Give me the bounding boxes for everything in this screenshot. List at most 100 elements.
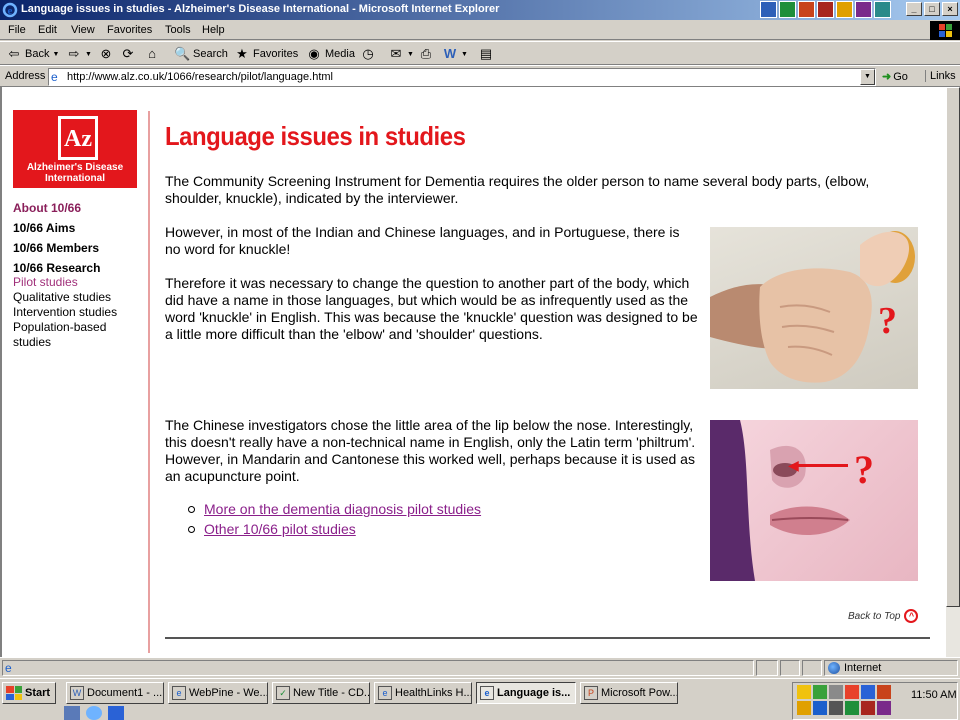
tray-sync-icon[interactable] bbox=[845, 701, 859, 715]
nav-population-based-studies[interactable]: studies bbox=[13, 335, 147, 350]
link-other-pilot-studies[interactable]: Other 10/66 pilot studies bbox=[204, 519, 356, 539]
task-powerpoint[interactable]: P Microsoft Pow... bbox=[580, 682, 678, 704]
mail-button[interactable]: ✉ ▼ bbox=[388, 46, 414, 62]
address-url[interactable]: http://www.alz.co.uk/1066/research/pilot… bbox=[67, 71, 333, 83]
question-mark-2: ? bbox=[854, 447, 874, 492]
tray-monitor-icon[interactable] bbox=[813, 701, 827, 715]
menu-favorites[interactable]: Favorites bbox=[107, 24, 152, 36]
tray-network-icon[interactable] bbox=[813, 685, 827, 699]
outlook-quick-icon[interactable] bbox=[108, 706, 124, 720]
page-icon: e bbox=[51, 70, 58, 84]
tray-cursor-icon[interactable] bbox=[829, 701, 843, 715]
back-dropdown-icon[interactable]: ▼ bbox=[52, 51, 59, 58]
tray-volume-icon[interactable] bbox=[797, 685, 811, 699]
task-label: New Title - CD... bbox=[293, 687, 370, 699]
forward-dropdown-icon[interactable]: ▼ bbox=[85, 51, 92, 58]
link-dementia-diagnosis[interactable]: More on the dementia diagnosis pilot stu… bbox=[204, 499, 481, 519]
task-new-title[interactable]: ✓ New Title - CD... bbox=[272, 682, 370, 704]
menu-edit[interactable]: Edit bbox=[38, 24, 57, 36]
favorites-button[interactable]: ★ Favorites bbox=[234, 46, 298, 62]
close-button[interactable]: × bbox=[942, 2, 958, 16]
menu-tools[interactable]: Tools bbox=[165, 24, 191, 36]
maximize-button[interactable]: □ bbox=[924, 2, 940, 16]
tray-gear-icon[interactable] bbox=[877, 701, 891, 715]
back-button[interactable]: ⇦ Back ▼ bbox=[6, 46, 60, 62]
stop-button[interactable]: ⊗ bbox=[98, 46, 114, 62]
tray-security-icon[interactable] bbox=[845, 685, 859, 699]
nav-aims[interactable]: 10/66 Aims bbox=[13, 221, 147, 235]
task-document1[interactable]: W Document1 - ... bbox=[66, 682, 164, 704]
tray-update-icon[interactable] bbox=[877, 685, 891, 699]
tray-shield-icon[interactable] bbox=[861, 701, 875, 715]
frontpage-shortcut-icon[interactable] bbox=[874, 1, 891, 18]
media-button[interactable]: ◉ Media bbox=[306, 46, 355, 62]
system-tray: 11:50 AM bbox=[792, 682, 958, 720]
status-bar: e Internet bbox=[0, 657, 960, 677]
quick-launch bbox=[64, 706, 124, 720]
print-button[interactable]: ⎙ bbox=[418, 46, 434, 62]
windows-flag-icon bbox=[6, 686, 22, 700]
refresh-button[interactable]: ⟳ bbox=[120, 46, 136, 62]
edit-word-button[interactable]: W ▼ bbox=[442, 46, 468, 62]
web-content[interactable]: Az Alzheimer's Disease International Abo… bbox=[0, 87, 946, 657]
page-title: Language issues in studies bbox=[165, 121, 466, 151]
mail-dropdown-icon[interactable]: ▼ bbox=[407, 51, 414, 58]
print-icon: ⎙ bbox=[420, 46, 432, 61]
philtrum-photo: ◀ ? bbox=[710, 420, 918, 581]
nav-population-based[interactable]: Population-based bbox=[13, 320, 147, 335]
publisher-shortcut-icon[interactable] bbox=[855, 1, 872, 18]
forward-button[interactable]: ⇨ ▼ bbox=[66, 46, 92, 62]
scrollbar-thumb[interactable] bbox=[946, 87, 960, 607]
show-desktop-icon[interactable] bbox=[64, 706, 80, 720]
tray-pen-icon[interactable] bbox=[797, 701, 811, 715]
edit-dropdown-icon[interactable]: ▼ bbox=[461, 51, 468, 58]
search-button[interactable]: 🔍 Search bbox=[174, 46, 228, 62]
task-language-issues[interactable]: e Language is... bbox=[476, 682, 576, 704]
nav-qualitative-studies[interactable]: Qualitative studies bbox=[13, 290, 147, 305]
mail-icon: ✉ bbox=[390, 46, 402, 61]
links-button[interactable]: Links bbox=[925, 70, 956, 82]
nav-research[interactable]: 10/66 Research bbox=[13, 261, 147, 275]
cd-icon: ✓ bbox=[276, 686, 290, 700]
nav-about[interactable]: About 10/66 bbox=[13, 201, 147, 215]
minimize-button[interactable]: _ bbox=[906, 2, 922, 16]
security-zone: Internet bbox=[824, 660, 958, 676]
adi-logo[interactable]: Az Alzheimer's Disease International bbox=[13, 110, 137, 188]
tray-antivirus-icon[interactable] bbox=[861, 685, 875, 699]
taskbar-clock[interactable]: 11:50 AM bbox=[911, 689, 957, 701]
vertical-scrollbar[interactable] bbox=[946, 87, 960, 657]
go-button[interactable]: ➜ Go bbox=[882, 70, 908, 84]
nav-pilot-studies[interactable]: Pilot studies bbox=[13, 275, 147, 290]
powerpoint-shortcut-icon[interactable] bbox=[798, 1, 815, 18]
back-to-top-link[interactable]: Back to Top ^ bbox=[848, 609, 919, 623]
back-arrow-icon: ⇦ bbox=[8, 46, 20, 61]
standard-toolbar: ⇦ Back ▼ ⇨ ▼ ⊗ ⟳ ⌂ 🔍 Search ★ Favorites … bbox=[0, 41, 960, 65]
address-dropdown-icon[interactable]: ▼ bbox=[860, 69, 875, 85]
status-cell bbox=[802, 660, 822, 676]
task-healthlinks[interactable]: e HealthLinks H... bbox=[374, 682, 472, 704]
logo-organisation: Alzheimer's Disease International bbox=[13, 162, 137, 184]
tray-printer-icon[interactable] bbox=[829, 685, 843, 699]
history-button[interactable]: ◷ bbox=[360, 46, 376, 62]
word-shortcut-icon[interactable] bbox=[760, 1, 777, 18]
start-button[interactable]: Start bbox=[2, 682, 56, 704]
svg-text:e: e bbox=[8, 5, 13, 17]
question-mark-1: ? bbox=[878, 300, 897, 342]
window-titlebar[interactable]: e Language issues in studies - Alzheimer… bbox=[0, 0, 960, 20]
nav-intervention-studies[interactable]: Intervention studies bbox=[13, 305, 147, 320]
office-shortcut-bar bbox=[760, 1, 891, 18]
address-input[interactable]: e http://www.alz.co.uk/1066/research/pil… bbox=[48, 68, 876, 86]
task-webpine[interactable]: e WebPine - We... bbox=[168, 682, 268, 704]
globe-icon bbox=[828, 662, 840, 674]
access-shortcut-icon[interactable] bbox=[817, 1, 834, 18]
menu-help[interactable]: Help bbox=[202, 24, 225, 36]
ie-quick-icon[interactable] bbox=[86, 706, 102, 720]
menu-view[interactable]: View bbox=[71, 24, 95, 36]
home-button[interactable]: ⌂ bbox=[144, 46, 160, 62]
excel-shortcut-icon[interactable] bbox=[779, 1, 796, 18]
outlook-shortcut-icon[interactable] bbox=[836, 1, 853, 18]
discuss-button[interactable]: ▤ bbox=[478, 46, 494, 62]
paragraph-philtrum: The Chinese investigators chose the litt… bbox=[165, 417, 696, 484]
nav-members[interactable]: 10/66 Members bbox=[13, 241, 147, 255]
menu-file[interactable]: File bbox=[8, 24, 26, 36]
